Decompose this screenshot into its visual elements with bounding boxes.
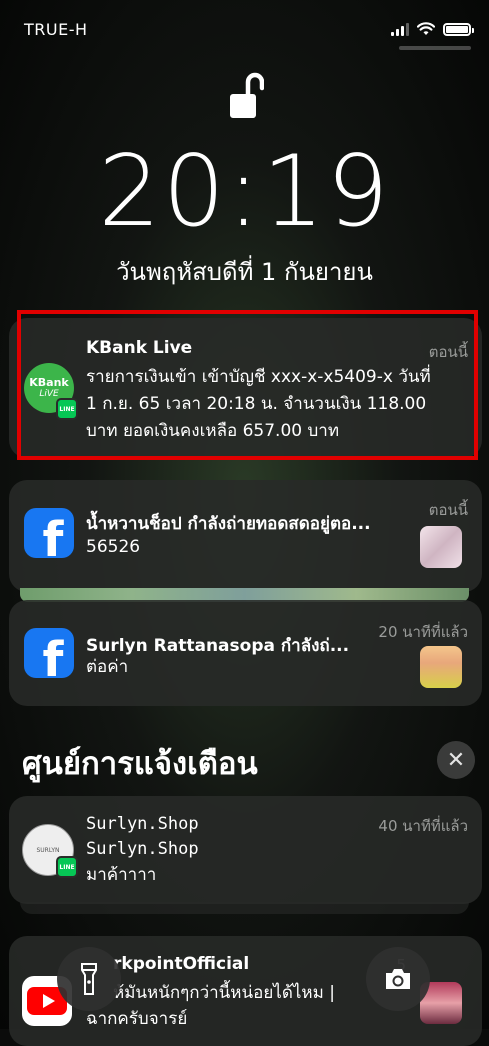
flashlight-button[interactable]: [57, 947, 121, 1011]
notification-time: ตอนนี้: [428, 501, 468, 519]
carrier-label: TRUE-H: [24, 20, 88, 39]
wifi-icon: [417, 22, 435, 35]
stacked-notification-edge: [20, 902, 469, 914]
notification-body-line: มาค้าาาา: [86, 865, 157, 885]
facebook-icon: f: [24, 508, 74, 558]
notification-center-title: ศูนย์การแจ้งเตือน: [22, 746, 258, 782]
flashlight-icon: [81, 963, 97, 995]
camera-icon: [386, 969, 410, 989]
clear-notifications-button[interactable]: ✕: [437, 741, 475, 779]
control-center-indicator[interactable]: [399, 46, 471, 50]
unlock-icon: [230, 72, 264, 118]
camera-button[interactable]: [366, 947, 430, 1011]
signal-icon: [391, 22, 409, 36]
notification-body-line: 56526: [86, 537, 141, 557]
notification-body-line: ห้มันหนักๆกว่านี้หน่อยได้ไหม |: [113, 983, 335, 1003]
notification-time: 40 นาทีที่แล้ว: [378, 817, 468, 835]
notification-title: rkpointOfficial: [113, 954, 250, 974]
facebook-icon: f: [24, 628, 74, 678]
notification-title: น้ำหวานช็อป กำลังถ่ายทอดสดอยู่ตอ...: [86, 514, 371, 534]
notification-time: 20 นาทีที่แล้ว: [378, 623, 468, 641]
notification-title: Surlyn.Shop: [86, 814, 199, 834]
notification-facebook-live[interactable]: f น้ำหวานช็อป กำลังถ่ายทอดสดอยู่ตอ... ตอ…: [9, 480, 482, 592]
notification-body-line: Surlyn.Shop: [86, 839, 199, 859]
notification-thumbnail: [420, 646, 462, 688]
line-badge-icon: LINE: [56, 856, 78, 878]
lockscreen-time: 20:19: [98, 135, 391, 249]
lockscreen-date: วันพฤหัสบดีที่ 1 กันยายน: [116, 258, 373, 286]
highlight-box: [17, 310, 478, 460]
status-icons: [391, 22, 474, 36]
notification-body-line: ต่อค่า: [86, 657, 129, 677]
status-bar: TRUE-H: [24, 20, 474, 42]
notification-line-surlyn[interactable]: SURLYN LINE Surlyn.Shop 40 นาทีที่แล้ว S…: [9, 796, 482, 904]
battery-icon: [443, 22, 474, 36]
notification-facebook-surlyn[interactable]: f Surlyn Rattanasopa กำลังถ่... 20 นาทีท…: [9, 600, 482, 706]
notification-thumbnail: [420, 526, 462, 568]
